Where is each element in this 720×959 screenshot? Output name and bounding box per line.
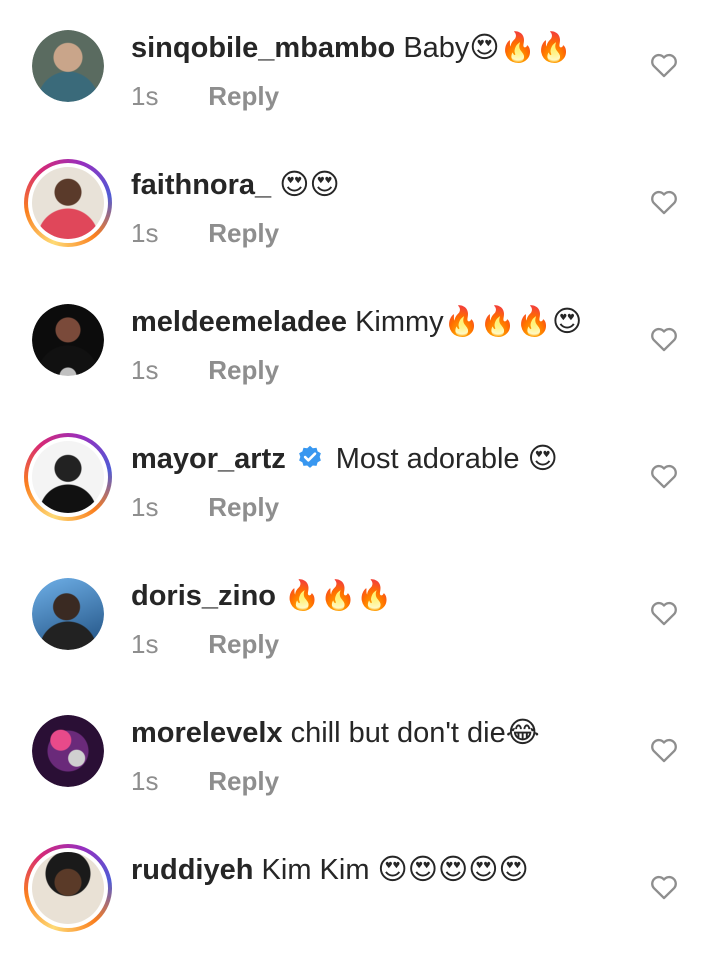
avatar[interactable] xyxy=(32,30,104,102)
comment-list: sinqobile_mbambo Baby😍🔥🔥 1s Reply faithn… xyxy=(0,0,720,932)
comment-username[interactable]: sinqobile_mbambo xyxy=(131,32,395,64)
comment-text: Kimmy🔥🔥🔥😍 xyxy=(355,306,583,338)
avatar[interactable] xyxy=(32,578,104,650)
reply-button[interactable]: Reply xyxy=(208,81,279,111)
comment-text: Baby😍🔥🔥 xyxy=(403,32,572,64)
comment-text: chill but don't die😂 xyxy=(290,717,540,749)
like-heart-icon[interactable] xyxy=(650,326,678,352)
avatar[interactable] xyxy=(32,715,104,787)
comment-text: 😍😍 xyxy=(279,169,340,201)
comment-timestamp: 1s xyxy=(131,766,159,796)
comment-timestamp: 1s xyxy=(131,492,159,522)
like-heart-icon[interactable] xyxy=(650,600,678,626)
comment-item: sinqobile_mbambo Baby😍🔥🔥 1s Reply xyxy=(0,0,720,137)
avatar-story-ring[interactable] xyxy=(24,433,112,521)
comment-username[interactable]: meldeemeladee xyxy=(131,306,347,338)
avatar-story-ring[interactable] xyxy=(24,844,112,932)
reply-button[interactable]: Reply xyxy=(208,218,279,248)
like-heart-icon[interactable] xyxy=(650,189,678,215)
reply-button[interactable]: Reply xyxy=(208,355,279,385)
reply-button[interactable]: Reply xyxy=(208,492,279,522)
like-heart-icon[interactable] xyxy=(650,52,678,78)
comment-item: mayor_artz Most adorable 😍 1s Reply xyxy=(0,411,720,548)
comment-timestamp: 1s xyxy=(131,629,159,659)
comment-text: 🔥🔥🔥 xyxy=(284,580,393,612)
avatar xyxy=(32,852,104,924)
comment-timestamp: 1s xyxy=(131,355,159,385)
comment-username[interactable]: morelevelx xyxy=(131,717,283,749)
avatar-story-ring[interactable] xyxy=(24,159,112,247)
comment-timestamp: 1s xyxy=(131,81,159,111)
comment-item: morelevelx chill but don't die😂 1s Reply xyxy=(0,685,720,822)
comment-text: Kim Kim 😍😍😍😍😍 xyxy=(261,854,529,886)
comment-item: doris_zino 🔥🔥🔥 1s Reply xyxy=(0,548,720,685)
reply-button[interactable]: Reply xyxy=(208,766,279,796)
comment-username[interactable]: ruddiyeh xyxy=(131,854,253,886)
comment-item: meldeemeladee Kimmy🔥🔥🔥😍 1s Reply xyxy=(0,274,720,411)
comment-item: faithnora_ 😍😍 1s Reply xyxy=(0,137,720,274)
like-heart-icon[interactable] xyxy=(650,737,678,763)
comment-username[interactable]: faithnora_ xyxy=(131,169,271,201)
comment-username[interactable]: doris_zino xyxy=(131,580,276,612)
comment-timestamp: 1s xyxy=(131,218,159,248)
comment-username[interactable]: mayor_artz xyxy=(131,443,286,475)
like-heart-icon[interactable] xyxy=(650,463,678,489)
verified-badge-icon xyxy=(298,445,321,468)
reply-button[interactable]: Reply xyxy=(208,629,279,659)
avatar xyxy=(32,167,104,239)
avatar[interactable] xyxy=(32,304,104,376)
comment-text: Most adorable 😍 xyxy=(335,443,558,475)
avatar xyxy=(32,441,104,513)
like-heart-icon[interactable] xyxy=(650,874,678,900)
comment-item: ruddiyeh Kim Kim 😍😍😍😍😍 xyxy=(0,822,720,959)
